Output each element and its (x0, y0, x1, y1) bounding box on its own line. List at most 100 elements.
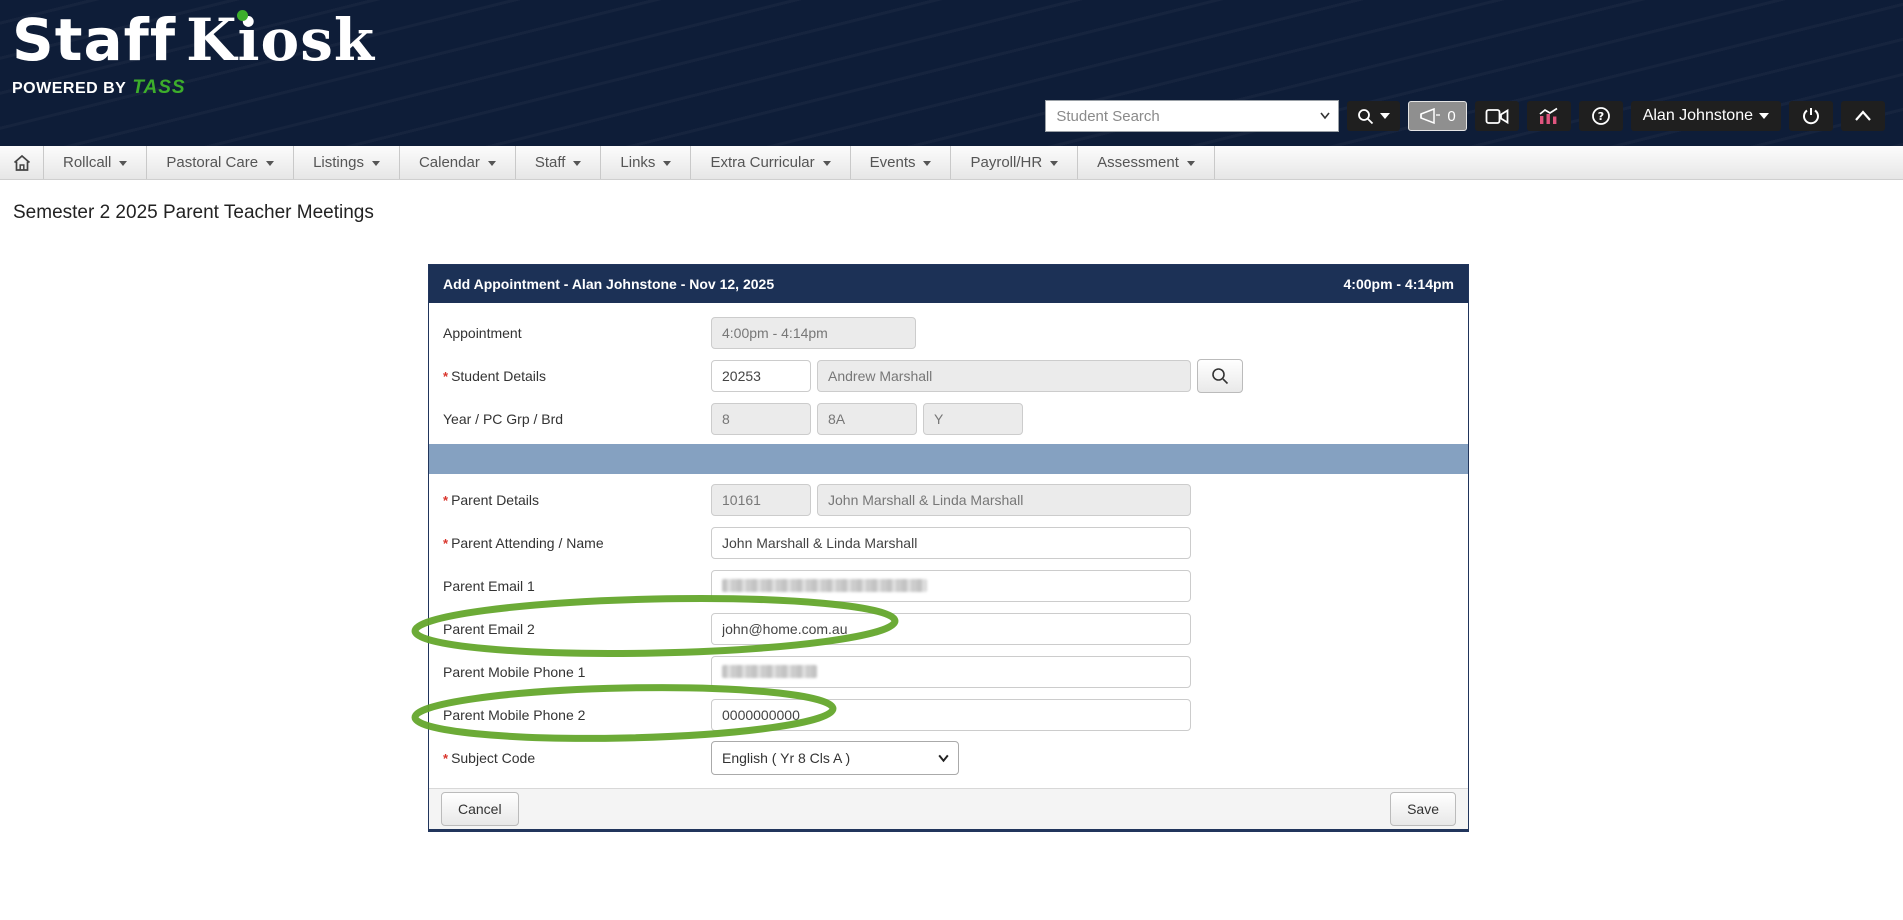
nav-item-payroll-hr[interactable]: Payroll/HR (951, 146, 1078, 179)
search-icon (1211, 367, 1229, 385)
video-button[interactable] (1475, 101, 1519, 131)
subject-code-select-wrap: English ( Yr 8 Cls A ) (711, 741, 959, 775)
student-id-input[interactable] (711, 360, 811, 392)
help-button[interactable]: ? (1579, 101, 1623, 131)
app-logo: StaffKiosk POWERED BYTASS (12, 8, 375, 99)
row-appointment: Appointment (429, 311, 1468, 354)
nav-item-listings[interactable]: Listings (294, 146, 400, 179)
row-subject-code: *Subject Code English ( Yr 8 Cls A ) (429, 736, 1468, 779)
logo-kiosk-text: Kiosk (186, 6, 375, 74)
modal-footer: Cancel Save (429, 788, 1468, 829)
svg-text:?: ? (1597, 110, 1603, 123)
caret-down-icon (488, 161, 496, 166)
nav-item-extra-curricular[interactable]: Extra Curricular (691, 146, 850, 179)
required-marker: * (443, 536, 448, 551)
caret-down-icon (1380, 113, 1390, 119)
parent-mobile-1-input[interactable] (711, 656, 1191, 688)
notifications-button[interactable]: 0 (1408, 101, 1466, 131)
subject-code-label: Subject Code (451, 750, 535, 766)
nav-item-links[interactable]: Links (601, 146, 691, 179)
user-menu-button[interactable]: Alan Johnstone (1631, 101, 1781, 131)
appointment-label: Appointment (443, 325, 711, 341)
parent-details-label: Parent Details (451, 492, 539, 508)
student-search-select[interactable]: Student Search (1045, 100, 1339, 132)
caret-down-icon (1187, 161, 1195, 166)
collapse-header-button[interactable] (1841, 101, 1885, 131)
analytics-button[interactable] (1527, 101, 1571, 131)
parent-email-1-label: Parent Email 1 (443, 578, 711, 594)
pc-grp-input (817, 403, 917, 435)
student-search-select-wrap: Student Search (1045, 100, 1339, 132)
row-parent-attending: *Parent Attending / Name (429, 521, 1468, 564)
page-title: Semester 2 2025 Parent Teacher Meetings (13, 202, 1903, 224)
notification-count-badge: 0 (1447, 108, 1455, 125)
logo-staff-text: Staff (12, 6, 176, 74)
chart-icon (1538, 107, 1560, 125)
caret-down-icon (573, 161, 581, 166)
parent-mobile-2-input[interactable] (711, 699, 1191, 731)
nav-item-pastoral-care[interactable]: Pastoral Care (147, 146, 294, 179)
home-icon (12, 153, 32, 173)
modal-header: Add Appointment - Alan Johnstone - Nov 1… (429, 265, 1468, 303)
brd-input (923, 403, 1023, 435)
caret-down-icon (823, 161, 831, 166)
powered-by-line: POWERED BYTASS (12, 77, 375, 99)
student-search-button[interactable] (1347, 101, 1400, 131)
nav-item-events[interactable]: Events (851, 146, 952, 179)
cancel-button[interactable]: Cancel (441, 792, 519, 826)
parent-email-2-input[interactable] (711, 613, 1191, 645)
student-name-input (817, 360, 1191, 392)
app-banner: StaffKiosk POWERED BYTASS Student Search… (0, 0, 1903, 146)
parent-id-input (711, 484, 811, 516)
modal-body: Appointment *Student Details Year / PC G… (429, 303, 1468, 779)
nav-item-assessment[interactable]: Assessment (1078, 146, 1215, 179)
main-nav: Rollcall Pastoral Care Listings Calendar… (0, 146, 1903, 180)
appointment-input (711, 317, 916, 349)
nav-item-rollcall[interactable]: Rollcall (44, 146, 147, 179)
year-pc-brd-label: Year / PC Grp / Brd (443, 411, 711, 427)
year-input (711, 403, 811, 435)
caret-down-icon (1759, 113, 1769, 119)
row-year-pc-brd: Year / PC Grp / Brd (429, 397, 1468, 440)
add-appointment-modal: Add Appointment - Alan Johnstone - Nov 1… (428, 264, 1469, 832)
video-camera-icon (1485, 108, 1509, 125)
nav-item-calendar[interactable]: Calendar (400, 146, 516, 179)
required-marker: * (443, 493, 448, 508)
save-button[interactable]: Save (1390, 792, 1456, 826)
tass-brand: TASS (132, 77, 185, 98)
caret-down-icon (923, 161, 931, 166)
top-controls: Student Search 0 ? Alan Johnstone (1045, 100, 1885, 132)
redacted-value (722, 665, 817, 678)
row-parent-email-1: Parent Email 1 (429, 564, 1468, 607)
nav-home[interactable] (0, 146, 44, 179)
parent-email-1-input[interactable] (711, 570, 1191, 602)
required-marker: * (443, 369, 448, 384)
required-marker: * (443, 751, 448, 766)
power-icon (1801, 106, 1821, 126)
student-search-lookup-button[interactable] (1197, 359, 1243, 393)
subject-code-select[interactable]: English ( Yr 8 Cls A ) (711, 741, 959, 775)
parent-mobile-2-label: Parent Mobile Phone 2 (443, 707, 711, 723)
caret-down-icon (1050, 161, 1058, 166)
row-parent-mobile-2: Parent Mobile Phone 2 (429, 693, 1468, 736)
row-parent-details: *Parent Details (429, 478, 1468, 521)
row-parent-email-2: Parent Email 2 (429, 607, 1468, 650)
parent-email-2-label: Parent Email 2 (443, 621, 711, 637)
modal-time-range: 4:00pm - 4:14pm (1344, 276, 1454, 292)
parent-attending-input[interactable] (711, 527, 1191, 559)
redacted-value (722, 579, 927, 592)
student-details-label: Student Details (451, 368, 546, 384)
row-parent-mobile-1: Parent Mobile Phone 1 (429, 650, 1468, 693)
chevron-up-icon (1854, 110, 1872, 122)
caret-down-icon (266, 161, 274, 166)
section-divider-band (429, 444, 1468, 474)
parent-mobile-1-label: Parent Mobile Phone 1 (443, 664, 711, 680)
caret-down-icon (119, 161, 127, 166)
logout-button[interactable] (1789, 101, 1833, 131)
caret-down-icon (663, 161, 671, 166)
parent-attending-label: Parent Attending / Name (451, 535, 604, 551)
search-icon (1357, 108, 1374, 125)
caret-down-icon (372, 161, 380, 166)
parent-name-input (817, 484, 1191, 516)
nav-item-staff[interactable]: Staff (516, 146, 602, 179)
